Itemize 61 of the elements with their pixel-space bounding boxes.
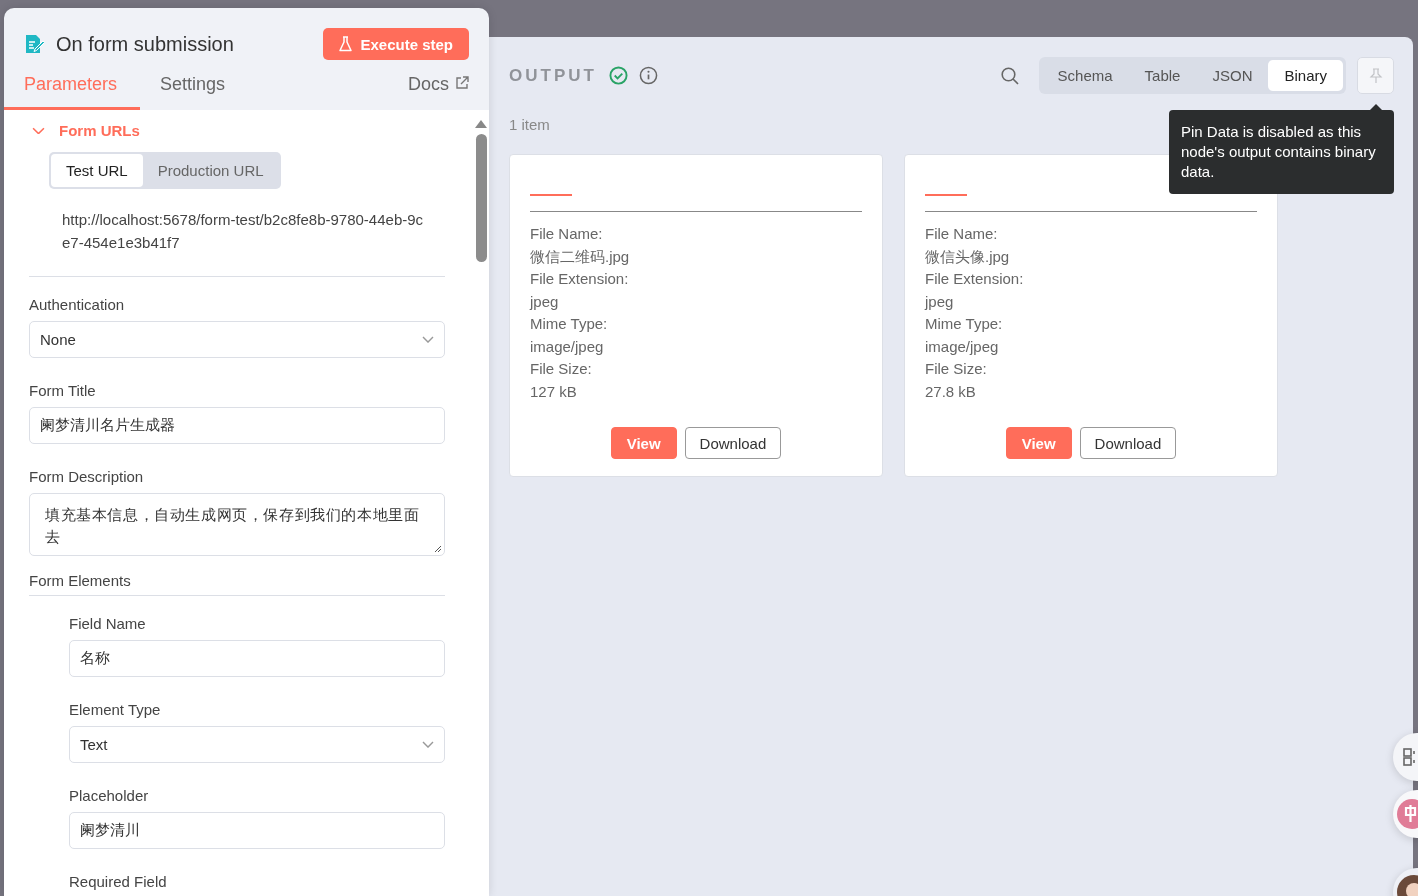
field-label: Required Field bbox=[69, 873, 168, 890]
pin-icon bbox=[1368, 67, 1383, 84]
field-label: Mime Type: bbox=[925, 314, 1004, 334]
form-edit-icon bbox=[24, 34, 45, 54]
input-field[interactable]: 名称 bbox=[69, 640, 445, 677]
field-label: Form Description bbox=[29, 468, 145, 485]
scroll-up-icon[interactable] bbox=[475, 120, 487, 128]
node-title: On form submission bbox=[56, 32, 234, 56]
field-value: image/jpeg bbox=[925, 336, 1000, 357]
field-value: 微信头像.jpg bbox=[925, 246, 1011, 267]
output-title: OUTPUT bbox=[509, 65, 597, 86]
field-label: File Extension: bbox=[925, 269, 1025, 289]
resize-handle-icon[interactable] bbox=[434, 545, 442, 553]
flask-icon bbox=[339, 36, 353, 52]
search-icon[interactable] bbox=[1000, 66, 1019, 85]
field-value: image/jpeg bbox=[530, 336, 605, 357]
download-button[interactable]: Download bbox=[1079, 427, 1177, 459]
chevron-down-icon bbox=[422, 740, 434, 749]
chevron-down-icon bbox=[32, 126, 45, 135]
field-value: jpeg bbox=[530, 291, 560, 312]
chevron-down-icon bbox=[422, 335, 434, 344]
section-title: Form Elements bbox=[29, 572, 132, 589]
scrollbar-thumb[interactable] bbox=[475, 134, 487, 262]
field-label: File Size: bbox=[530, 359, 593, 379]
external-link-icon bbox=[455, 76, 469, 90]
toggle-option[interactable]: Test URL bbox=[51, 154, 143, 187]
field-value: 微信二维码.jpg bbox=[530, 246, 631, 267]
language-icon bbox=[1397, 799, 1418, 829]
select-field[interactable]: Text bbox=[69, 726, 445, 763]
textarea-field[interactable]: 填充基本信息，自动生成网页，保存到我们的本地里面去 bbox=[29, 493, 445, 556]
accent-line bbox=[530, 194, 572, 196]
field-label: File Extension: bbox=[530, 269, 630, 289]
field-label: File Name: bbox=[925, 224, 999, 244]
field-label: File Name: bbox=[530, 224, 604, 244]
field-value: jpeg bbox=[925, 291, 955, 312]
docs-link[interactable]: Docs bbox=[408, 74, 469, 110]
field-value: 27.8 kB bbox=[925, 381, 977, 402]
view-tab[interactable]: Schema bbox=[1041, 60, 1129, 91]
grid-icon bbox=[1403, 748, 1417, 766]
field-label: Authentication bbox=[29, 296, 126, 313]
tab[interactable]: Settings bbox=[140, 74, 246, 110]
toggle-option[interactable]: Production URL bbox=[142, 154, 279, 187]
accent-line bbox=[925, 194, 967, 196]
input-field[interactable]: 阑梦清川 bbox=[69, 812, 445, 849]
form-url: http://localhost:5678/form-test/b2c8fe8b-9780-44eb-9ce7-454e1e3b41f7 bbox=[62, 210, 424, 253]
field-label: Form Title bbox=[29, 382, 97, 399]
field-value: 127 kB bbox=[530, 381, 578, 402]
field-label: Mime Type: bbox=[530, 314, 609, 334]
item-count: 1 item bbox=[509, 116, 550, 133]
field-label: File Size: bbox=[925, 359, 988, 379]
view-tab[interactable]: Table bbox=[1128, 60, 1197, 91]
info-icon[interactable] bbox=[638, 66, 658, 85]
field-label: Field Name bbox=[69, 615, 147, 632]
select-field[interactable]: None bbox=[29, 321, 445, 358]
input-field[interactable]: 阑梦清川名片生成器 bbox=[29, 407, 445, 444]
field-label: Placeholder bbox=[69, 787, 150, 804]
view-tab[interactable]: Binary bbox=[1268, 60, 1343, 91]
download-button[interactable]: Download bbox=[684, 427, 782, 459]
field-label: Element Type bbox=[69, 701, 162, 718]
view-tab[interactable]: JSON bbox=[1196, 60, 1269, 91]
tooltip-arrow bbox=[1370, 104, 1382, 110]
